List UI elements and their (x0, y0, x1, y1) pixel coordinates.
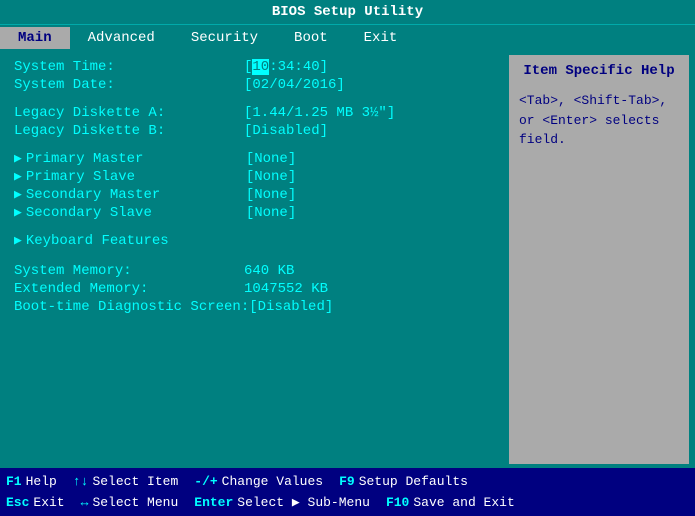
help-text: <Tab>, <Shift-Tab>, or <Enter> selects f… (519, 91, 679, 150)
keyboard-features-row[interactable]: ▶ Keyboard Features (14, 233, 495, 251)
extended-memory-row: Extended Memory: 1047552 KB (14, 281, 495, 297)
app-title: BIOS Setup Utility (272, 4, 423, 20)
key-f9-desc: Setup Defaults (359, 474, 468, 489)
key-f10: F10 Save and Exit (386, 495, 515, 510)
secondary-master-arrow: ▶ (14, 187, 22, 202)
system-time-cursor: 10 (252, 59, 269, 75)
secondary-slave-label: Secondary Slave (26, 205, 246, 221)
primary-slave-label: Primary Slave (26, 169, 246, 185)
secondary-slave-value: [None] (246, 205, 296, 221)
primary-slave-arrow: ▶ (14, 169, 22, 184)
key-enter-desc: Select ▶ Sub-Menu (237, 495, 370, 510)
boot-diag-value: [Disabled] (249, 299, 333, 315)
secondary-slave-arrow: ▶ (14, 205, 22, 220)
title-bar: BIOS Setup Utility (0, 0, 695, 24)
secondary-master-value: [None] (246, 187, 296, 203)
legacy-diskette-a-label: Legacy Diskette A: (14, 105, 244, 121)
bottom-row-1: F1 Help ↑↓ Select Item -/+ Change Values… (6, 471, 689, 492)
bottom-row-2: Esc Exit ↔ Select Menu Enter Select ▶ Su… (6, 492, 689, 513)
menu-item-main[interactable]: Main (0, 27, 70, 49)
key-f10-label: F10 (386, 495, 409, 510)
system-memory-row: System Memory: 640 KB (14, 263, 495, 279)
key-f10-desc: Save and Exit (413, 495, 514, 510)
primary-master-row[interactable]: ▶ Primary Master [None] (14, 151, 495, 167)
key-f1-desc: Help (26, 474, 57, 489)
key-leftright-symbol: ↔ (81, 495, 89, 510)
system-time-row: System Time: [10:34:40] (14, 59, 495, 75)
key-plusminus-symbol: -/+ (194, 474, 217, 489)
legacy-diskette-a-value: [1.44/1.25 MB 3½"] (244, 105, 395, 121)
help-panel: Item Specific Help <Tab>, <Shift-Tab>, o… (509, 55, 689, 464)
keyboard-features-arrow: ▶ (14, 233, 22, 248)
key-f9: F9 Setup Defaults (339, 474, 468, 489)
key-f9-label: F9 (339, 474, 355, 489)
system-memory-value: 640 KB (244, 263, 294, 279)
legacy-diskette-b-label: Legacy Diskette B: (14, 123, 244, 139)
extended-memory-value: 1047552 KB (244, 281, 328, 297)
primary-slave-row[interactable]: ▶ Primary Slave [None] (14, 169, 495, 185)
key-enter: Enter Select ▶ Sub-Menu (194, 495, 370, 510)
key-esc-label: Esc (6, 495, 29, 510)
key-updown-symbol: ↑↓ (73, 474, 89, 489)
key-esc-desc: Exit (33, 495, 64, 510)
left-panel: System Time: [10:34:40] System Date: [02… (6, 55, 503, 464)
key-f1-label: F1 (6, 474, 22, 489)
key-esc: Esc Exit (6, 495, 65, 510)
primary-slave-value: [None] (246, 169, 296, 185)
system-date-label: System Date: (14, 77, 244, 93)
key-updown-desc: Select Item (92, 474, 178, 489)
system-date-value: [02/04/2016] (244, 77, 345, 93)
boot-diag-row: Boot-time Diagnostic Screen: [Disabled] (14, 299, 495, 315)
boot-diag-label: Boot-time Diagnostic Screen: (14, 299, 249, 315)
bios-setup-utility: BIOS Setup Utility Main Advanced Securit… (0, 0, 695, 516)
menu-bar[interactable]: Main Advanced Security Boot Exit (0, 24, 695, 51)
key-leftright: ↔ Select Menu (81, 495, 179, 510)
primary-master-value: [None] (246, 151, 296, 167)
content-area: System Time: [10:34:40] System Date: [02… (0, 51, 695, 468)
key-enter-label: Enter (194, 495, 233, 510)
system-date-row: System Date: [02/04/2016] (14, 77, 495, 93)
primary-master-label: Primary Master (26, 151, 246, 167)
key-leftright-desc: Select Menu (92, 495, 178, 510)
key-f1: F1 Help (6, 474, 57, 489)
system-time-value: [10:34:40] (244, 59, 328, 75)
bottom-bar: F1 Help ↑↓ Select Item -/+ Change Values… (0, 468, 695, 516)
legacy-diskette-b-row: Legacy Diskette B: [Disabled] (14, 123, 495, 139)
legacy-diskette-b-value: [Disabled] (244, 123, 328, 139)
primary-master-arrow: ▶ (14, 151, 22, 166)
legacy-diskette-a-row: Legacy Diskette A: [1.44/1.25 MB 3½"] (14, 105, 495, 121)
menu-item-security[interactable]: Security (173, 27, 276, 49)
system-time-label: System Time: (14, 59, 244, 75)
secondary-master-label: Secondary Master (26, 187, 246, 203)
menu-item-boot[interactable]: Boot (276, 27, 346, 49)
menu-item-exit[interactable]: Exit (346, 27, 416, 49)
key-plusminus-desc: Change Values (222, 474, 323, 489)
keyboard-features-label: Keyboard Features (26, 233, 169, 249)
menu-item-advanced[interactable]: Advanced (70, 27, 173, 49)
system-memory-label: System Memory: (14, 263, 244, 279)
secondary-slave-row[interactable]: ▶ Secondary Slave [None] (14, 205, 495, 221)
extended-memory-label: Extended Memory: (14, 281, 244, 297)
help-title: Item Specific Help (519, 63, 679, 79)
key-plusminus: -/+ Change Values (194, 474, 323, 489)
secondary-master-row[interactable]: ▶ Secondary Master [None] (14, 187, 495, 203)
key-updown: ↑↓ Select Item (73, 474, 178, 489)
